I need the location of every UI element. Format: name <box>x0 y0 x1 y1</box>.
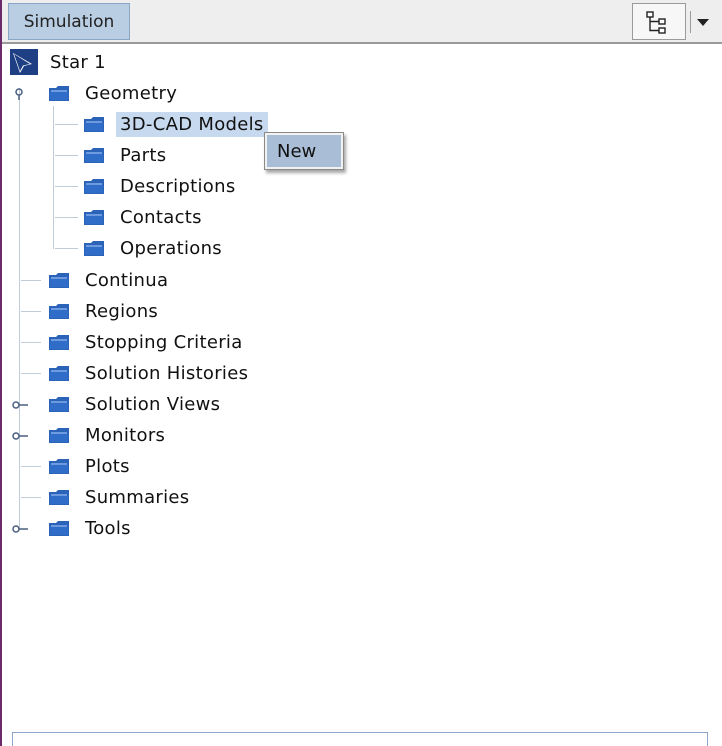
tree-connector-line <box>53 106 54 249</box>
folder-icon <box>84 116 104 132</box>
tree-item-stopping-criteria[interactable]: Stopping Criteria <box>49 328 247 356</box>
tree-connector-line <box>55 248 78 249</box>
toolbar-separator <box>690 11 691 33</box>
view-dropdown-button[interactable] <box>688 3 718 40</box>
tree-item-contacts[interactable]: Contacts <box>84 203 206 231</box>
folder-icon <box>49 334 69 350</box>
tree-item-label: Summaries <box>85 486 190 508</box>
folder-icon <box>49 458 69 474</box>
tree-item-label: Parts <box>120 144 167 166</box>
folder-icon <box>49 272 69 288</box>
tree-connector-line <box>21 497 41 498</box>
collapse-node-icon[interactable] <box>12 88 28 100</box>
tree-item-geometry[interactable]: Geometry <box>49 79 181 107</box>
tree-connector-line <box>19 88 20 530</box>
folder-icon <box>49 427 69 443</box>
expand-node-icon[interactable] <box>12 523 28 535</box>
tree-view-button[interactable] <box>632 3 686 40</box>
star-ccm-logo-icon <box>10 49 38 75</box>
tree-root-star-1[interactable]: Star 1 <box>10 48 110 76</box>
tree-item-parts[interactable]: Parts <box>84 141 170 169</box>
expand-node-icon[interactable] <box>12 399 28 411</box>
tree-item-plots[interactable]: Plots <box>49 452 134 480</box>
folder-icon <box>84 147 104 163</box>
tree-item-descriptions[interactable]: Descriptions <box>84 172 240 200</box>
tree-item-label: Tools <box>85 517 131 539</box>
tree-connector-line <box>21 466 41 467</box>
tree-item-label: 3D-CAD Models <box>116 111 268 137</box>
tree-item-summaries[interactable]: Summaries <box>49 483 194 511</box>
tree-item-label: Contacts <box>120 206 202 228</box>
tree-item-regions[interactable]: Regions <box>49 297 162 325</box>
tree-connector-line <box>55 217 78 218</box>
properties-panel-edge <box>12 732 708 746</box>
tree-connector-line <box>21 311 41 312</box>
simulation-tree-panel: Simulation Star 1 Geometry 3D-CAD Models… <box>0 0 722 746</box>
tree-connector-line <box>55 186 78 187</box>
tree-item-solution-views[interactable]: Solution Views <box>49 390 224 418</box>
tree-item-continua[interactable]: Continua <box>49 266 172 294</box>
folder-icon <box>84 209 104 225</box>
tree-connector-line <box>21 373 41 374</box>
tree-item-label: Continua <box>85 269 169 291</box>
tree-item-label: Plots <box>85 455 130 477</box>
tree-item-tools[interactable]: Tools <box>49 514 135 542</box>
folder-icon <box>49 489 69 505</box>
tree-item-label: Solution Views <box>85 393 221 415</box>
tree-item-solution-histories[interactable]: Solution Histories <box>49 359 252 387</box>
tree-item-label: Star 1 <box>50 51 106 73</box>
menu-item-new[interactable]: New <box>267 135 341 167</box>
tree-view-icon <box>646 11 666 34</box>
expand-node-icon[interactable] <box>12 430 28 442</box>
tree-item-label: Operations <box>120 237 222 259</box>
folder-icon <box>49 365 69 381</box>
tree-item-operations[interactable]: Operations <box>84 234 226 262</box>
folder-icon <box>84 240 104 256</box>
panel-toolbar: Simulation <box>2 0 722 44</box>
tree-connector-line <box>21 342 41 343</box>
tree-item-3d-cad-models[interactable]: 3D-CAD Models <box>84 110 268 138</box>
tree-connector-line <box>21 280 41 281</box>
simulation-tree: Star 1 Geometry 3D-CAD Models Parts Desc… <box>2 46 722 726</box>
folder-icon <box>84 178 104 194</box>
tree-item-label: Stopping Criteria <box>85 331 243 353</box>
chevron-down-icon <box>697 19 709 26</box>
context-menu: New <box>264 132 344 170</box>
tree-item-label: Regions <box>85 300 159 322</box>
tree-item-monitors[interactable]: Monitors <box>49 421 169 449</box>
folder-icon <box>49 85 69 101</box>
tree-item-label: Geometry <box>85 82 178 104</box>
tree-connector-line <box>55 124 78 125</box>
tree-item-label: Descriptions <box>120 175 236 197</box>
tree-item-label: Solution Histories <box>85 362 249 384</box>
folder-icon <box>49 520 69 536</box>
simulation-tab[interactable]: Simulation <box>8 3 130 40</box>
folder-icon <box>49 303 69 319</box>
tree-item-label: Monitors <box>85 424 166 446</box>
folder-icon <box>49 396 69 412</box>
tree-connector-line <box>55 155 78 156</box>
